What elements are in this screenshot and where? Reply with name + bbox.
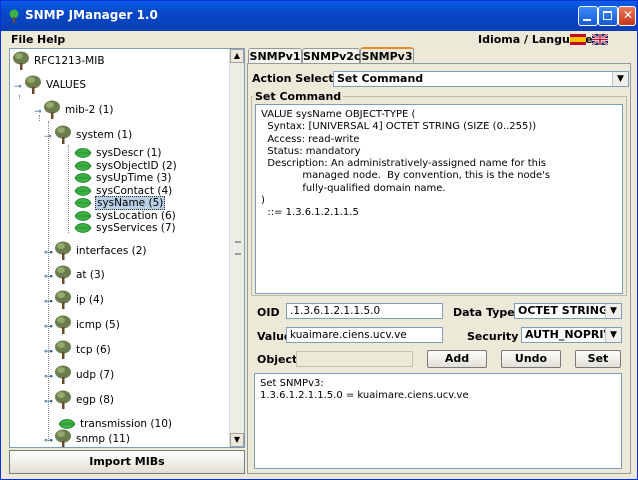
scroll-down-icon[interactable]: ▼: [230, 433, 244, 447]
oid-input[interactable]: .1.3.6.1.2.1.1.5.0: [286, 303, 443, 319]
expand-icon[interactable]: ⊶: [44, 398, 53, 407]
expand-icon[interactable]: ⊶: [44, 373, 53, 382]
tree-node-group[interactable]: tcp (6): [54, 340, 112, 360]
add-button[interactable]: Add: [427, 350, 487, 368]
tree-node-group[interactable]: at (3): [54, 265, 106, 285]
tree-node-group[interactable]: snmp (11): [54, 429, 131, 447]
mib-tree[interactable]: RFC1213-MIB ⊸ VALUES ⊸ mib-2 (1) ⊸ syste…: [9, 48, 245, 448]
tree-node-group[interactable]: egp (8): [54, 390, 115, 410]
menu-bar: File Help Idioma / Language: [1, 31, 637, 49]
tree-node-system[interactable]: system (1): [54, 125, 133, 145]
tree-icon: [44, 100, 60, 119]
scroll-up-icon[interactable]: ▲: [230, 49, 244, 63]
splitter-handle[interactable]: [235, 241, 241, 255]
tree-leaf[interactable]: sysObjectID (2): [74, 160, 178, 172]
collapse-icon[interactable]: ⊸: [14, 83, 22, 92]
maximize-button[interactable]: [598, 6, 618, 26]
tree-icon: [55, 365, 71, 384]
tree-leaf[interactable]: sysName (5): [74, 196, 166, 210]
menu-file[interactable]: File: [11, 33, 34, 46]
leaf-icon: [74, 210, 92, 221]
value-input[interactable]: kuaimare.ciens.ucv.ve: [286, 327, 443, 343]
tree-icon: [55, 265, 71, 284]
expand-icon[interactable]: ⊶: [44, 298, 53, 307]
app-window: SNMP JManager 1.0 ✕ File Help Idioma / L…: [0, 0, 638, 480]
data-type-label: Data Type: [453, 306, 515, 319]
tree-node-values[interactable]: VALUES: [24, 75, 87, 95]
tree-node-group[interactable]: icmp (5): [54, 315, 121, 335]
leaf-icon: [74, 185, 92, 196]
data-type-select[interactable]: OCTET STRING ▼: [514, 303, 622, 319]
tab-snmpv1[interactable]: SNMPv1: [248, 48, 302, 64]
menu-help[interactable]: Help: [37, 33, 65, 46]
tree-icon: [55, 241, 71, 260]
command-group-title: Set Command: [253, 90, 344, 103]
mib-description-text[interactable]: VALUE sysName OBJECT-TYPE ( Syntax: [UNI…: [255, 104, 623, 294]
leaf-icon: [74, 160, 92, 171]
expand-icon[interactable]: ⊶: [44, 249, 53, 258]
leaf-icon: [74, 148, 92, 158]
set-button[interactable]: Set: [575, 350, 621, 368]
tree-icon: [55, 429, 71, 447]
expand-icon[interactable]: ⊶: [44, 323, 53, 332]
action-select[interactable]: Set Command ▼: [333, 71, 629, 87]
tree-icon: [13, 51, 29, 70]
expand-icon[interactable]: ⊶: [44, 348, 53, 357]
undo-button[interactable]: Undo: [501, 350, 561, 368]
security-select[interactable]: AUTH_NOPRIV ▼: [521, 327, 622, 343]
tab-snmpv3[interactable]: SNMPv3: [360, 47, 414, 64]
tree-node-root[interactable]: RFC1213-MIB: [12, 51, 106, 71]
tree-icon: [55, 290, 71, 309]
tree-leaf[interactable]: sysContact (4): [74, 185, 173, 197]
chevron-down-icon: ▼: [612, 72, 628, 86]
tree-node-group[interactable]: udp (7): [54, 365, 115, 385]
leaf-icon: [74, 223, 92, 233]
output-log[interactable]: Set SNMPv3: 1.3.6.1.2.1.1.5.0 = kuaimare…: [254, 373, 622, 469]
title-bar[interactable]: SNMP JManager 1.0 ✕: [1, 1, 637, 31]
expand-icon[interactable]: ⊶: [44, 437, 53, 446]
collapse-icon[interactable]: ⊸: [44, 133, 52, 142]
close-icon: ✕: [623, 8, 634, 22]
tree-icon: [55, 125, 71, 144]
tree-connector: [19, 95, 20, 99]
app-icon: [9, 9, 19, 23]
uk-flag-icon[interactable]: [592, 34, 608, 45]
window-title: SNMP JManager 1.0: [25, 8, 158, 22]
tree-leaf[interactable]: sysLocation (6): [74, 210, 177, 222]
expand-icon[interactable]: ⊶: [44, 273, 53, 282]
oid-label: OID: [257, 306, 280, 319]
tree-icon: [55, 340, 71, 359]
chevron-down-icon: ▼: [605, 328, 621, 342]
tree-leaf[interactable]: sysDescr (1): [74, 147, 162, 159]
tree-leaf[interactable]: sysServices (7): [74, 222, 177, 234]
tree-connector: [68, 145, 69, 233]
spanish-flag-icon[interactable]: [570, 34, 586, 45]
tree-node-mib2[interactable]: mib-2 (1): [43, 100, 115, 120]
tree-icon: [55, 315, 71, 334]
tab-snmpv2c[interactable]: SNMPv2c: [302, 48, 360, 64]
close-button[interactable]: ✕: [618, 6, 636, 26]
tree-icon: [55, 390, 71, 409]
tree-leaf[interactable]: sysUpTime (3): [74, 172, 172, 184]
leaf-icon: [74, 173, 92, 183]
tree-icon: [25, 75, 41, 94]
security-label: Security: [467, 330, 519, 343]
chevron-down-icon: ▼: [605, 304, 621, 318]
collapse-icon[interactable]: ⊸: [34, 108, 42, 117]
tree-node-group[interactable]: ip (4): [54, 290, 105, 310]
minimize-button[interactable]: [578, 6, 598, 26]
tree-node-group[interactable]: interfaces (2): [54, 241, 148, 261]
objects-field: [296, 351, 413, 367]
leaf-icon: [74, 198, 92, 208]
import-mibs-button[interactable]: Import MIBs: [9, 450, 245, 474]
